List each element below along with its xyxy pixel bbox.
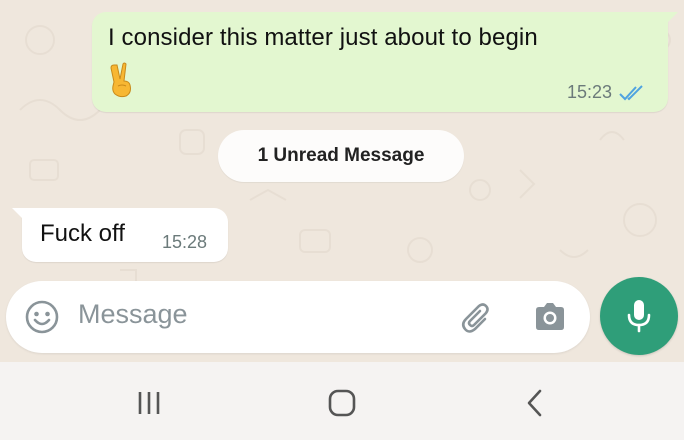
recents-icon: [138, 392, 160, 414]
home-icon: [328, 389, 356, 417]
incoming-message-text: Fuck off: [40, 220, 125, 247]
microphone-button[interactable]: [600, 277, 678, 355]
smiley-icon[interactable]: [24, 299, 60, 335]
home-button[interactable]: [325, 386, 359, 420]
outgoing-message-text: I consider this matter just about to beg…: [108, 24, 538, 51]
back-icon: [527, 389, 542, 417]
bubble-tail: [12, 208, 24, 220]
outgoing-message-meta: 15:23: [567, 82, 646, 103]
paperclip-icon[interactable]: [458, 299, 496, 337]
double-check-icon: [619, 84, 643, 100]
incoming-message-bubble[interactable]: Fuck off 15:28: [12, 208, 228, 262]
victory-hand-emoji: [110, 62, 131, 98]
outgoing-message-time: 15:23: [566, 82, 612, 102]
message-composer[interactable]: Message: [6, 281, 590, 353]
bubble-tail: [666, 12, 678, 24]
recents-button[interactable]: [132, 386, 166, 420]
back-button[interactable]: [518, 386, 552, 420]
camera-icon[interactable]: [532, 300, 568, 334]
system-navigation-bar: [0, 362, 684, 440]
incoming-message-time: 15:28: [162, 232, 208, 252]
chat-area[interactable]: I consider this matter just about to beg…: [0, 0, 684, 362]
microphone-icon: [627, 300, 651, 333]
message-input[interactable]: Message: [78, 299, 188, 330]
outgoing-message-bubble[interactable]: I consider this matter just about to beg…: [92, 12, 678, 112]
unread-messages-divider: 1 Unread Message: [218, 130, 464, 182]
